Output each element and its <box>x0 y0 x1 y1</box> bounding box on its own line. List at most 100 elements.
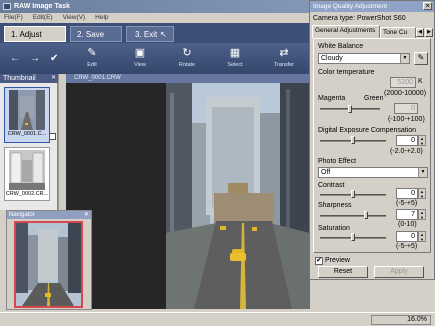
thumbnail-item-1[interactable]: CRW_0001.C... <box>4 87 50 143</box>
contrast-input[interactable]: 0 <box>396 188 418 199</box>
contrast-spinner[interactable]: ▲ ▼ <box>418 188 426 199</box>
navigator-window: Navigator ✕ <box>6 210 92 310</box>
photo-effect-select[interactable]: Off ▼ <box>318 167 428 178</box>
select-button-label: Select <box>227 62 243 68</box>
exposure-label: Digital Exposure Compensation <box>318 127 417 134</box>
transfer-button-label: Transfer <box>273 62 295 68</box>
menu-help[interactable]: Help <box>91 13 112 23</box>
apply-button[interactable]: Apply <box>374 266 424 278</box>
contrast-slider-thumb[interactable] <box>351 190 355 198</box>
camera-type: Camera type: PowerShot S60 <box>313 15 406 22</box>
eyedropper-icon: ✎ <box>417 53 425 62</box>
select-button[interactable]: ▦ Select <box>215 47 255 73</box>
status-bar: 16.0% <box>0 312 435 326</box>
exposure-input[interactable]: 0 <box>396 135 418 146</box>
sharpness-label: Sharpness <box>318 202 352 209</box>
white-balance-select[interactable]: Cloudy ▼ <box>318 53 410 64</box>
tab-scroll-right-icon[interactable]: ▶ <box>425 28 433 37</box>
thumbnail-caption-2: CRW_0002.CR... <box>5 191 49 197</box>
saturation-label: Saturation <box>318 225 350 232</box>
contrast-label: Contrast <box>318 182 345 189</box>
magenta-label: Magenta <box>318 95 346 102</box>
white-balance-label: White Balance <box>318 43 364 50</box>
reset-button[interactable]: Reset <box>318 266 368 278</box>
viewer-filename: CRW_0001.CRW <box>74 75 121 81</box>
preview-checkbox[interactable]: ✔ <box>315 257 323 265</box>
thumbnail-item-2[interactable]: CRW_0002.CR... <box>4 147 50 201</box>
view-button[interactable]: ▣ View <box>120 47 160 73</box>
color-temperature-input[interactable]: 5200 <box>390 77 416 88</box>
arrow-left-icon[interactable]: ← <box>10 53 20 64</box>
rotate-button[interactable]: ↻ Rotate <box>167 47 207 73</box>
chevron-down-icon: ▼ <box>400 54 409 63</box>
zoom-level: 16.0% <box>371 315 431 325</box>
app-icon <box>3 3 11 10</box>
exposure-spinner[interactable]: ▲ ▼ <box>418 135 426 146</box>
navigator-image <box>16 223 81 306</box>
step-save[interactable]: 2. Save <box>70 26 122 42</box>
checkmark-icon[interactable]: ✔ <box>50 53 58 64</box>
saturation-slider-thumb[interactable] <box>351 233 355 241</box>
navigator-preview[interactable] <box>14 221 83 308</box>
rotate-icon: ↻ <box>182 47 192 59</box>
window-title: RAW Image Task <box>14 3 70 10</box>
white-balance-value: Cloudy <box>321 55 343 62</box>
mouse-cursor-icon: ↖ <box>160 30 167 39</box>
sharpness-slider-thumb[interactable] <box>364 211 368 219</box>
thumbnail-checkbox-1[interactable] <box>49 133 56 140</box>
thumbnail-image-2 <box>9 150 45 190</box>
sharpness-input[interactable]: 7 <box>396 209 418 220</box>
navigator-header: Navigator ✕ <box>7 211 91 219</box>
thumbnail-caption-1: CRW_0001.C... <box>7 131 47 137</box>
tab-tone-curve[interactable]: Tone Cu <box>380 27 416 38</box>
edit-button[interactable]: ✎ Edit <box>72 47 112 73</box>
saturation-range: (-5-+5) <box>396 243 418 250</box>
view-button-label: View <box>134 62 146 68</box>
preview-label: Preview <box>325 257 350 264</box>
thumbnail-header: Thumbnail ✕ <box>0 74 58 83</box>
close-icon[interactable]: ✕ <box>84 211 89 219</box>
view-icon: ▣ <box>134 47 146 59</box>
sharpness-range: (0-10) <box>398 221 417 228</box>
photo-effect-label: Photo Effect <box>318 158 357 165</box>
tint-slider-thumb[interactable] <box>348 105 352 113</box>
step-adjust-image[interactable]: 1. Adjust Image <box>4 26 66 55</box>
image-quality-adjustment-palette: Image Quality Adjustment ✕ Camera type: … <box>309 0 435 280</box>
tint-input[interactable]: 0 <box>394 103 418 114</box>
menu-file[interactable]: File(F) <box>0 13 27 23</box>
saturation-input[interactable]: 0 <box>396 231 418 242</box>
chevron-down-icon: ▼ <box>418 168 427 177</box>
image-viewer[interactable] <box>66 83 310 309</box>
tint-range: (-100-+100) <box>388 116 425 123</box>
tab-general-adjustments[interactable]: General Adjustments <box>312 25 380 38</box>
tab-scroll-left-icon[interactable]: ◀ <box>416 28 424 37</box>
pin-icon[interactable]: ✕ <box>51 74 56 83</box>
menu-edit[interactable]: Edit(E) <box>29 13 57 23</box>
green-label: Green <box>364 95 384 102</box>
color-temperature-unit: K <box>418 78 423 85</box>
select-icon: ▦ <box>229 47 241 59</box>
main-photo <box>66 83 310 309</box>
iqa-title: Image Quality Adjustment <box>313 3 388 10</box>
transfer-button[interactable]: ⇄ Transfer <box>264 47 304 73</box>
transfer-icon: ⇄ <box>279 47 289 59</box>
step-tab-bar: 1. Adjust Image 2. Save 3. Exit ↖ <box>0 23 310 55</box>
iqa-title-bar: Image Quality Adjustment ✕ <box>310 1 434 12</box>
arrow-right-icon[interactable]: → <box>30 53 40 64</box>
rotate-button-label: Rotate <box>178 62 196 68</box>
eyedropper-button[interactable]: ✎ <box>414 52 428 65</box>
navigator-title: Navigator <box>9 212 35 218</box>
color-temperature-label: Color temperature <box>318 69 375 76</box>
exposure-slider-thumb[interactable] <box>351 136 355 144</box>
exposure-range: (-2.0-+2.0) <box>390 148 423 155</box>
thumbnail-image-1 <box>9 90 45 130</box>
thumbnail-pane: CRW_0001.C... CRW_0002.CR... <box>0 83 58 210</box>
close-icon[interactable]: ✕ <box>423 2 432 10</box>
sharpness-spinner[interactable]: ▲ ▼ <box>418 209 426 220</box>
menu-view[interactable]: View(V) <box>59 13 90 23</box>
edit-button-label: Edit <box>87 62 97 68</box>
saturation-spinner[interactable]: ▲ ▼ <box>418 231 426 242</box>
viewer-header: CRW_0001.CRW <box>66 74 310 83</box>
sharpness-slider-track[interactable] <box>320 215 386 217</box>
toolbar: ← → ✔ ✎ Edit ▣ View ↻ Rotate ▦ Select ⇄ … <box>0 43 310 74</box>
